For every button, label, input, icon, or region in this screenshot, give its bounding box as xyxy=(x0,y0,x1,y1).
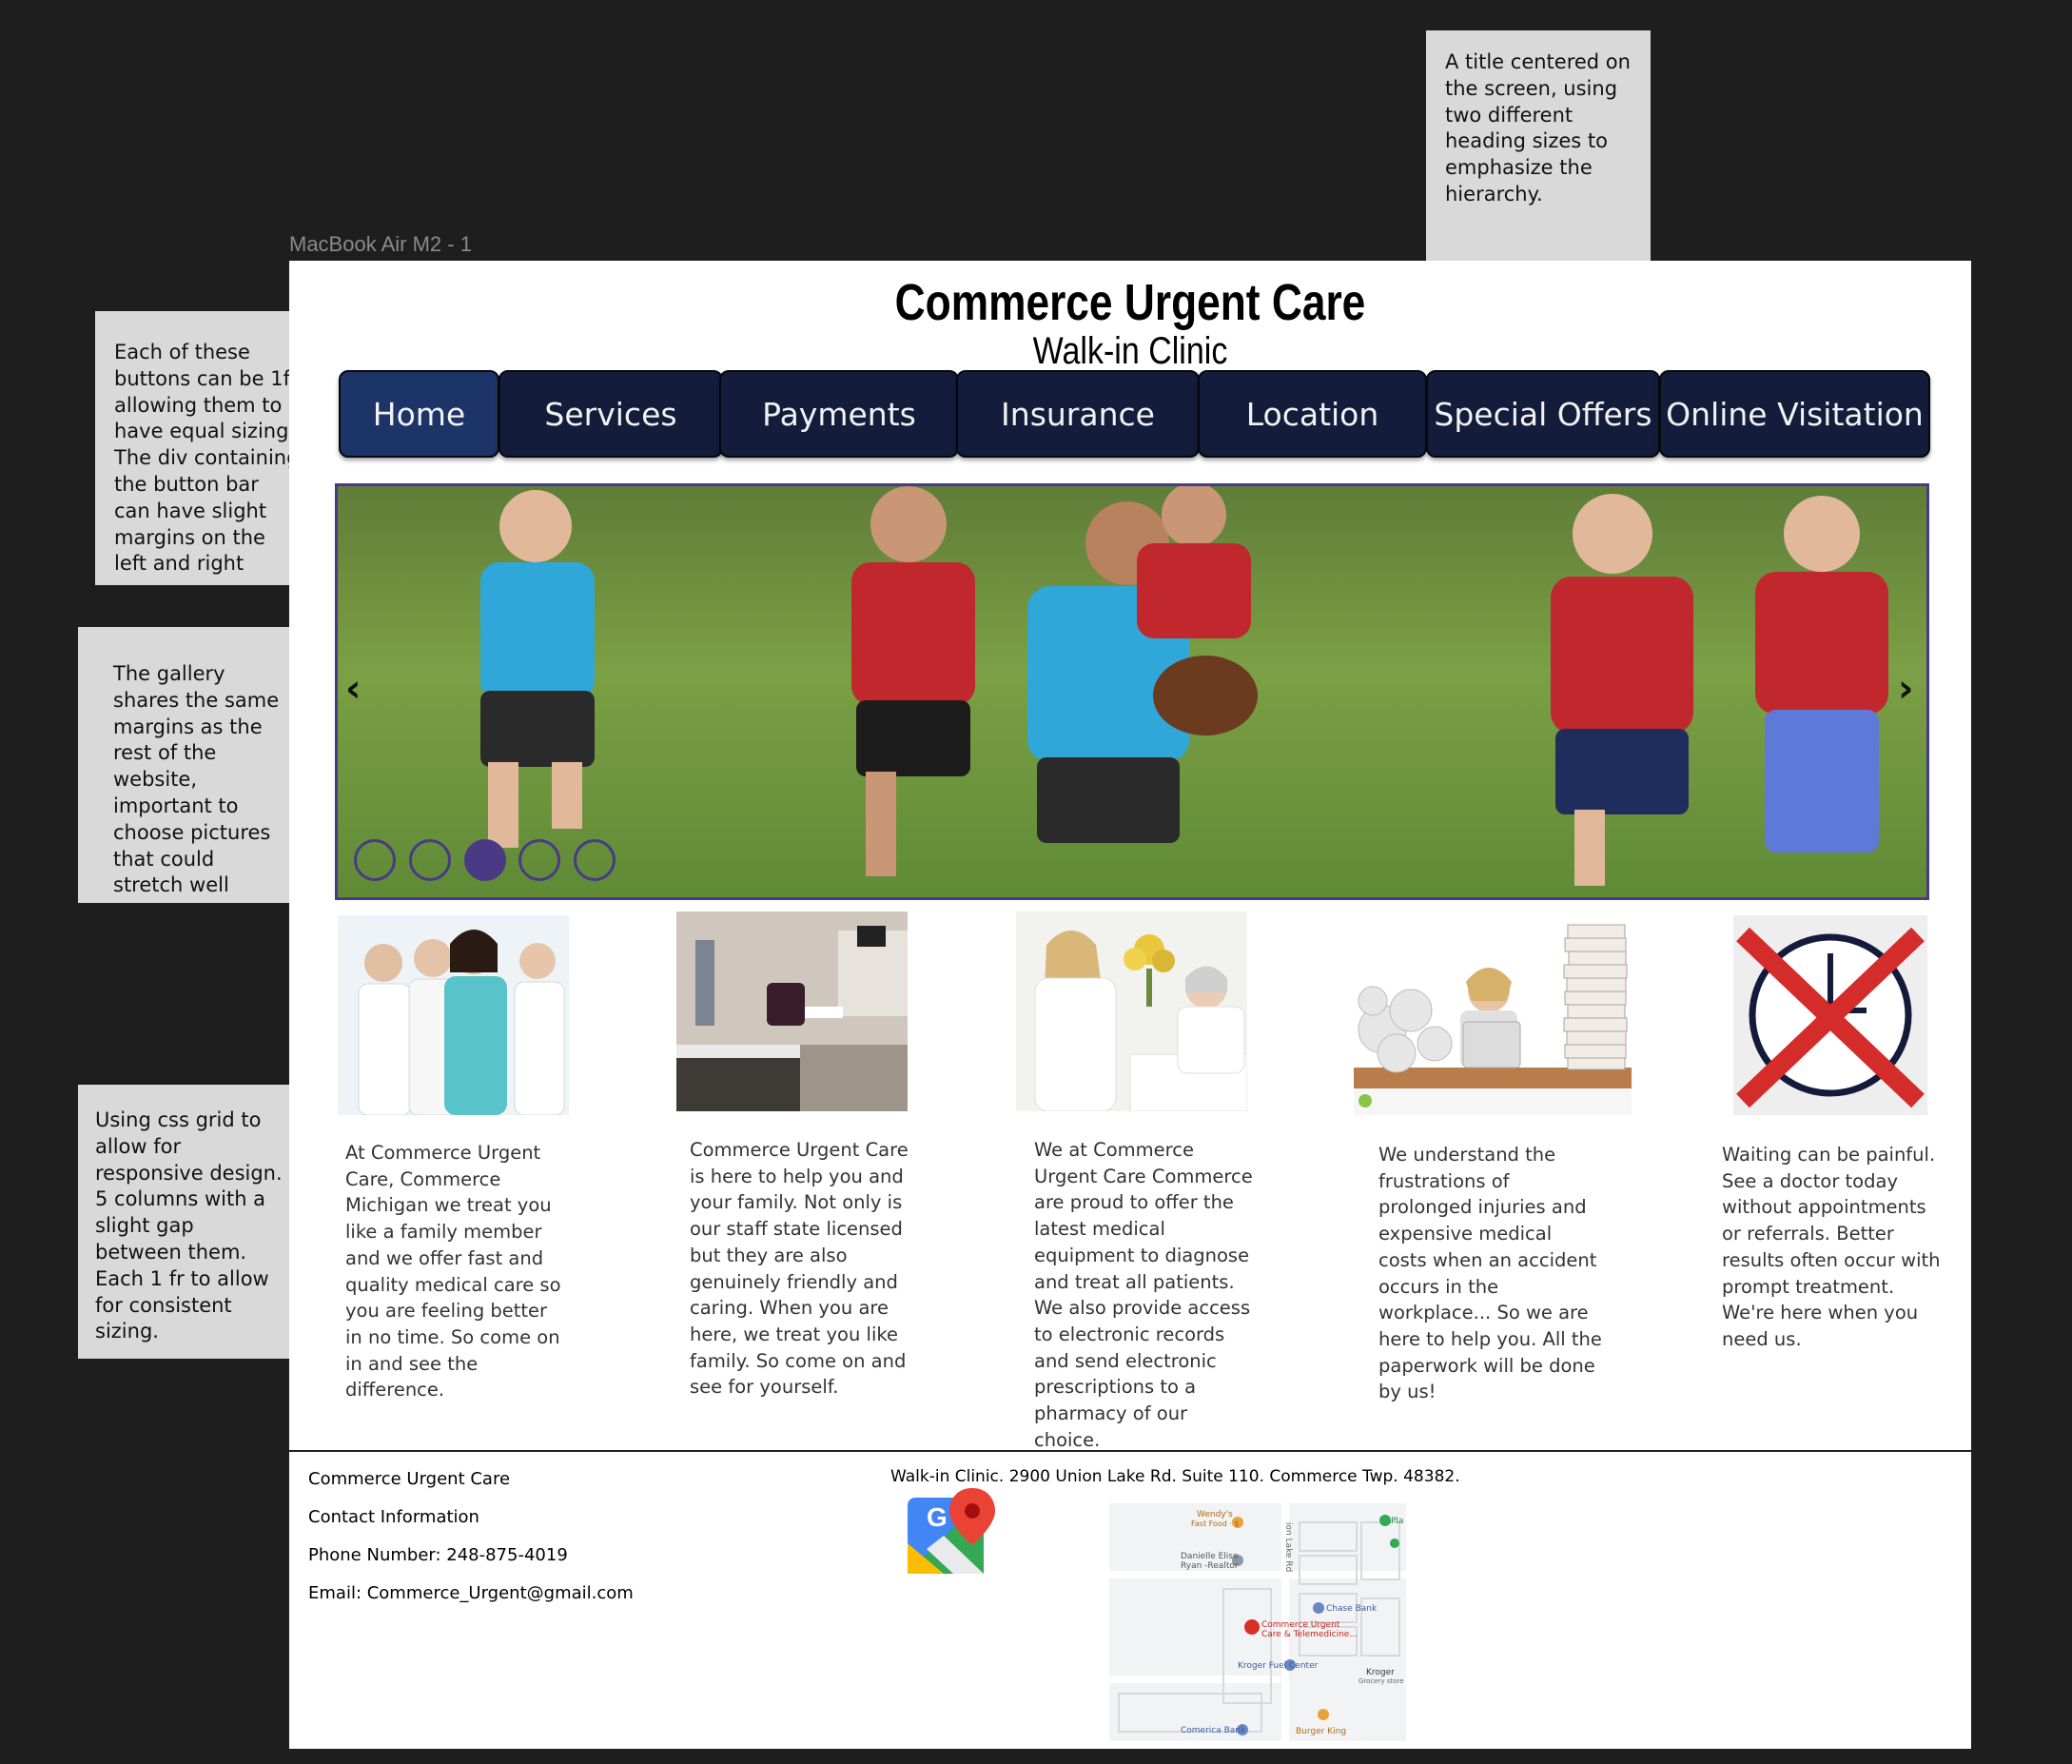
note-nav-text: Each of these buttons can be 1fr allowin… xyxy=(114,341,300,576)
map-label: Pla xyxy=(1391,1517,1403,1526)
medical-team-photo xyxy=(338,915,569,1115)
gallery-photo xyxy=(338,486,1926,897)
footer-name: Commerce Urgent Care xyxy=(308,1469,511,1489)
map-label: Commerce Urgent xyxy=(1261,1620,1340,1630)
gallery-dot[interactable] xyxy=(354,839,396,881)
gallery-dot-active[interactable] xyxy=(464,839,506,881)
note-gallery: The gallery shares the same margins as t… xyxy=(78,627,303,903)
exam-room-photo xyxy=(676,911,908,1111)
note-grid: Using css grid to allow for responsive d… xyxy=(78,1085,303,1359)
footer-email: Email: Commerce_Urgent@gmail.com xyxy=(308,1583,634,1603)
nav-special-offers-button[interactable]: Special Offers xyxy=(1426,370,1660,458)
map-label: Wendy's xyxy=(1197,1510,1233,1519)
crossed-clock-icon xyxy=(1733,915,1927,1115)
nav-home-button[interactable]: Home xyxy=(339,370,499,458)
footer-divider xyxy=(289,1450,1971,1452)
gallery-dot[interactable] xyxy=(409,839,451,881)
chevron-right-icon[interactable]: › xyxy=(1898,667,1913,711)
location-map[interactable]: ion Lake Rd Wendy's Fast Food · $ Daniel… xyxy=(1109,1503,1406,1741)
map-label: Chase Bank xyxy=(1326,1604,1378,1614)
gallery-dot[interactable] xyxy=(574,839,616,881)
footer-contact-heading: Contact Information xyxy=(308,1507,479,1527)
column-text: We at Commerce Urgent Care Commerce are … xyxy=(1034,1139,1253,1451)
column-text: Commerce Urgent Care is here to help you… xyxy=(690,1139,909,1399)
nav-online-visitation-button[interactable]: Online Visitation xyxy=(1659,370,1930,458)
google-maps-icon[interactable]: G xyxy=(906,1486,995,1576)
nav-insurance-button[interactable]: Insurance xyxy=(956,370,1200,458)
map-label: Care & Telemedicine... xyxy=(1261,1630,1358,1639)
image-gallery: ‹ › xyxy=(335,483,1929,900)
note-gallery-text: The gallery shares the same margins as t… xyxy=(113,662,280,897)
page-frame: Commerce Urgent Care Walk-in Clinic Home… xyxy=(289,261,1971,1749)
map-label: Burger King xyxy=(1296,1727,1346,1736)
gallery-dot[interactable] xyxy=(518,839,560,881)
note-title-text: A title centered on the screen, using tw… xyxy=(1445,50,1631,206)
note-nav: Each of these buttons can be 1fr allowin… xyxy=(95,311,320,585)
map-label: Kroger Fuel Center xyxy=(1238,1661,1319,1671)
map-label: Comerica Bank xyxy=(1181,1726,1246,1735)
map-label: Ryan -Realtor xyxy=(1181,1561,1239,1571)
footer-address: Walk-in Clinic. 2900 Union Lake Rd. Suit… xyxy=(890,1467,1460,1486)
column-text: Waiting can be painful. See a doctor tod… xyxy=(1722,1144,1941,1350)
note-grid-text: Using css grid to allow for responsive d… xyxy=(95,1108,283,1343)
nurse-patient-photo xyxy=(1016,911,1247,1111)
map-label: Kroger xyxy=(1366,1668,1395,1677)
column-text: We understand the frustrations of prolon… xyxy=(1378,1144,1602,1403)
map-label: Fast Food · $ xyxy=(1191,1519,1240,1528)
nav-payments-button[interactable]: Payments xyxy=(719,370,959,458)
map-road-label: ion Lake Rd xyxy=(1283,1522,1293,1572)
map-label: Danielle Elise xyxy=(1181,1552,1239,1561)
nav-location-button[interactable]: Location xyxy=(1198,370,1427,458)
frame-label: MacBook Air M2 - 1 xyxy=(289,232,472,256)
column-text: At Commerce Urgent Care, Commerce Michig… xyxy=(345,1142,561,1401)
chevron-left-icon[interactable]: ‹ xyxy=(345,667,361,711)
page-subtitle: Walk-in Clinic xyxy=(1032,330,1228,372)
footer-phone: Phone Number: 248-875-4019 xyxy=(308,1545,568,1565)
page-title: Commerce Urgent Care xyxy=(894,274,1366,331)
svg-text:G: G xyxy=(927,1502,948,1532)
stressed-paperwork-photo xyxy=(1354,915,1632,1115)
nav-services-button[interactable]: Services xyxy=(498,370,723,458)
map-label: Grocery store xyxy=(1359,1677,1404,1685)
